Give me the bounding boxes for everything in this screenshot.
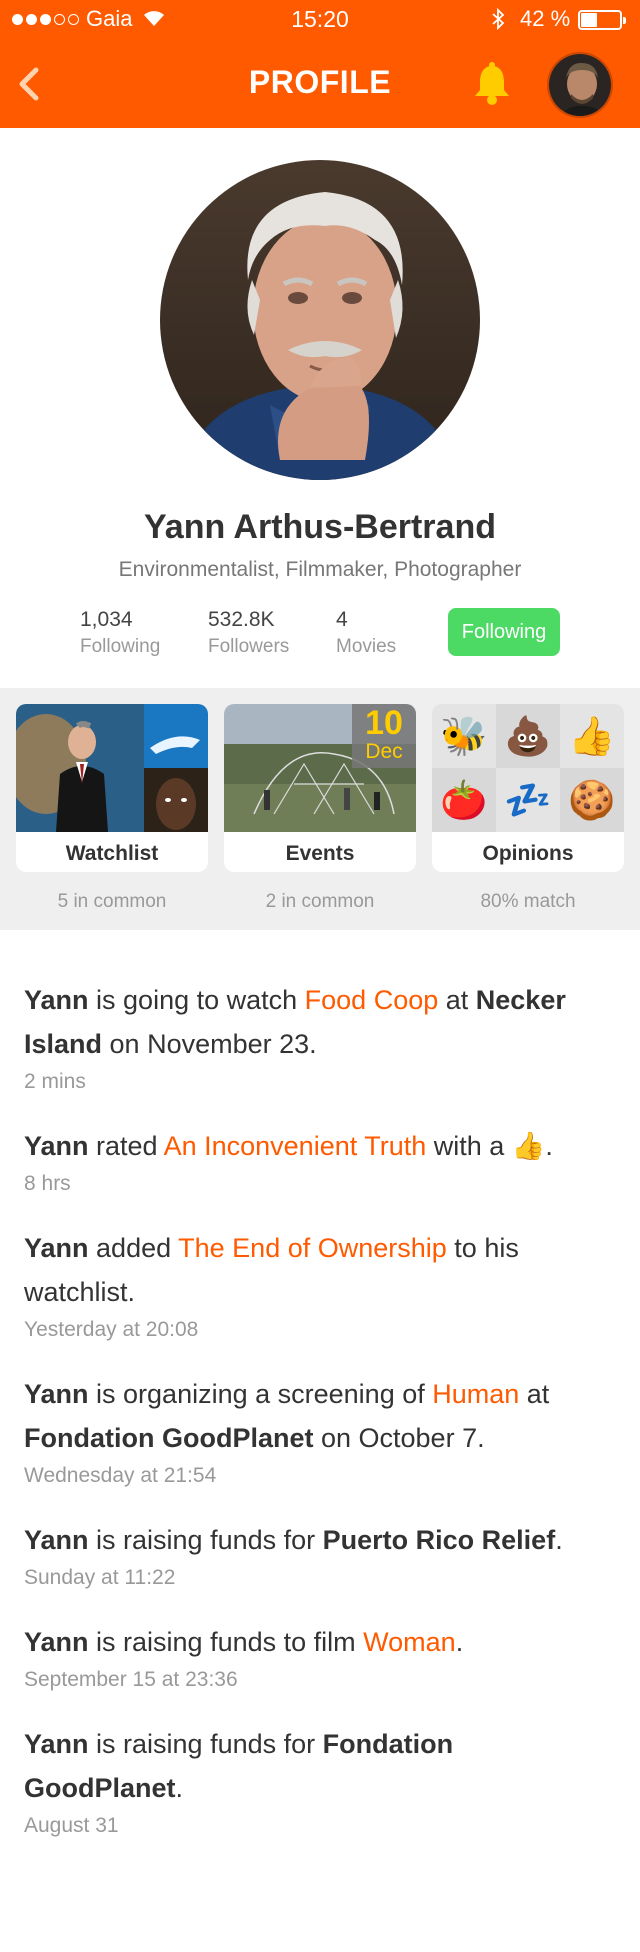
activity-feed: Yann is going to watch Food Coop at Neck…	[24, 978, 616, 1868]
feed-text-fragment: on November 23.	[102, 1029, 317, 1059]
stat-following[interactable]: 1,034 Following	[80, 608, 160, 658]
opinions-match: 80% match	[480, 891, 576, 912]
feed-movie-link[interactable]: Human	[432, 1379, 519, 1409]
feed-text-fragment: is going to watch	[88, 985, 305, 1015]
stat-followers-label: Followers	[208, 636, 290, 657]
common-cards: Watchlist 5 in common 10 Dec Events 2 in…	[0, 688, 640, 930]
feed-movie-link[interactable]: Woman	[363, 1627, 456, 1657]
watchlist-common-count: 5 in common	[57, 891, 167, 912]
feed-text-fragment: on October 7.	[313, 1423, 485, 1453]
feed-text-fragment: rated	[88, 1131, 164, 1161]
profile-tagline: Environmentalist, Filmmaker, Photographe…	[118, 558, 522, 581]
stat-followers[interactable]: 532.8K Followers	[208, 608, 289, 658]
feed-user-name[interactable]: Yann	[24, 1627, 89, 1657]
feed-item-text: Yann rated An Inconvenient Truth with a …	[24, 1124, 616, 1168]
feed-item-time: 2 mins	[24, 1070, 86, 1093]
events-common-count: 2 in common	[265, 891, 375, 912]
profile-section: Yann Arthus-Bertrand Environmentalist, F…	[0, 128, 640, 688]
feed-item-text: Yann is raising funds for Fondation Good…	[24, 1722, 616, 1810]
feed-entity: Puerto Rico Relief	[322, 1525, 556, 1555]
feed-text-fragment: with a 👍.	[426, 1131, 553, 1161]
feed-text-fragment: .	[175, 1773, 184, 1803]
feed-item[interactable]: Yann is raising funds for Fondation Good…	[24, 1722, 616, 1838]
feed-user-name[interactable]: Yann	[24, 1379, 89, 1409]
watchlist-card[interactable]: Watchlist	[16, 704, 208, 872]
feed-user-name[interactable]: Yann	[24, 1729, 89, 1759]
feed-text-fragment: at	[519, 1379, 550, 1409]
feed-item-time: August 31	[24, 1814, 119, 1837]
feed-text-fragment: is raising funds for	[88, 1729, 323, 1759]
profile-name: Yann Arthus-Bertrand	[143, 508, 496, 546]
feed-item-text: Yann added The End of Ownership to his w…	[24, 1226, 616, 1314]
status-bar: Gaia 15:20 42 %	[0, 0, 640, 40]
feed-user-name[interactable]: Yann	[24, 1131, 89, 1161]
feed-item[interactable]: Yann is organizing a screening of Human …	[24, 1372, 616, 1488]
feed-text-fragment: is organizing a screening of	[88, 1379, 433, 1409]
profile-photo	[160, 160, 480, 480]
bee-emoji-icon: 🐝	[432, 704, 496, 768]
feed-text-fragment: at	[438, 985, 476, 1015]
feed-text-fragment: added	[88, 1233, 179, 1263]
stat-followers-value: 532.8K	[208, 608, 275, 631]
feed-text-fragment: is raising funds for	[88, 1525, 323, 1555]
feed-text-fragment: .	[455, 1627, 464, 1657]
feed-movie-link[interactable]: Food Coop	[305, 985, 439, 1015]
feed-item-time: Yesterday at 20:08	[24, 1318, 199, 1341]
tomato-emoji-icon: 🍅	[432, 768, 496, 832]
opinions-thumbnail: 🐝 💩 👍 🍅 💤 🍪	[432, 704, 624, 832]
zzz-emoji-icon: 💤	[496, 768, 560, 832]
feed-user-name[interactable]: Yann	[24, 1233, 89, 1263]
thumbs-up-emoji-icon: 👍	[560, 704, 624, 768]
feed-item-text: Yann is raising funds for Puerto Rico Re…	[24, 1518, 616, 1562]
feed-movie-link[interactable]: An Inconvenient Truth	[164, 1131, 427, 1161]
events-card[interactable]: 10 Dec Events	[224, 704, 416, 872]
poop-emoji-icon: 💩	[496, 704, 560, 768]
feed-item[interactable]: Yann added The End of Ownership to his w…	[24, 1226, 616, 1342]
feed-item-text: Yann is organizing a screening of Human …	[24, 1372, 616, 1460]
events-label: Events	[285, 842, 355, 865]
feed-item[interactable]: Yann is raising funds to film Woman. Sept…	[24, 1620, 616, 1692]
cookie-emoji-icon: 🍪	[560, 768, 624, 832]
battery-percent: 42 %	[520, 6, 571, 31]
feed-movie-link[interactable]: The End of Ownership	[178, 1233, 447, 1263]
opinions-label: Opinions	[482, 842, 574, 865]
event-date-month: Dec	[365, 740, 403, 763]
user-avatar[interactable]	[547, 52, 613, 118]
feed-item-time: Sunday at 11:22	[24, 1566, 176, 1589]
feed-item-time: Wednesday at 21:54	[24, 1464, 217, 1487]
bluetooth-icon	[492, 7, 505, 31]
stat-following-value: 1,034	[80, 608, 133, 631]
opinions-card[interactable]: 🐝 💩 👍 🍅 💤 🍪 Opinions	[432, 704, 624, 872]
battery-icon	[578, 10, 626, 30]
page-title: PROFILE	[248, 64, 392, 100]
feed-item[interactable]: Yann is raising funds for Puerto Rico Re…	[24, 1518, 616, 1590]
stat-movies[interactable]: 4 Movies	[336, 608, 396, 658]
feed-text-fragment: .	[555, 1525, 563, 1555]
stat-following-label: Following	[80, 636, 161, 657]
events-thumbnail: 10 Dec	[224, 704, 416, 832]
feed-item[interactable]: Yann is going to watch Food Coop at Neck…	[24, 978, 616, 1094]
feed-item-time: 8 hrs	[24, 1172, 71, 1195]
feed-entity: Fondation GoodPlanet	[24, 1423, 314, 1453]
feed-item-text: Yann is raising funds to film Woman.	[24, 1620, 616, 1664]
feed-item-time: September 15 at 23:36	[24, 1668, 238, 1691]
stat-movies-value: 4	[336, 608, 348, 631]
following-button[interactable]: Following	[448, 608, 560, 656]
app-header: Gaia 15:20 42 % PROFILE	[0, 0, 640, 128]
feed-item[interactable]: Yann rated An Inconvenient Truth with a …	[24, 1124, 616, 1196]
feed-user-name[interactable]: Yann	[24, 985, 89, 1015]
stat-movies-label: Movies	[336, 636, 397, 657]
feed-user-name[interactable]: Yann	[24, 1525, 89, 1555]
event-date-day: 10	[365, 704, 403, 742]
feed-text-fragment: is raising funds to film	[88, 1627, 364, 1657]
watchlist-thumbnail	[16, 704, 208, 832]
bell-icon[interactable]	[468, 60, 516, 108]
feed-item-text: Yann is going to watch Food Coop at Neck…	[24, 978, 616, 1066]
watchlist-label: Watchlist	[65, 842, 159, 865]
